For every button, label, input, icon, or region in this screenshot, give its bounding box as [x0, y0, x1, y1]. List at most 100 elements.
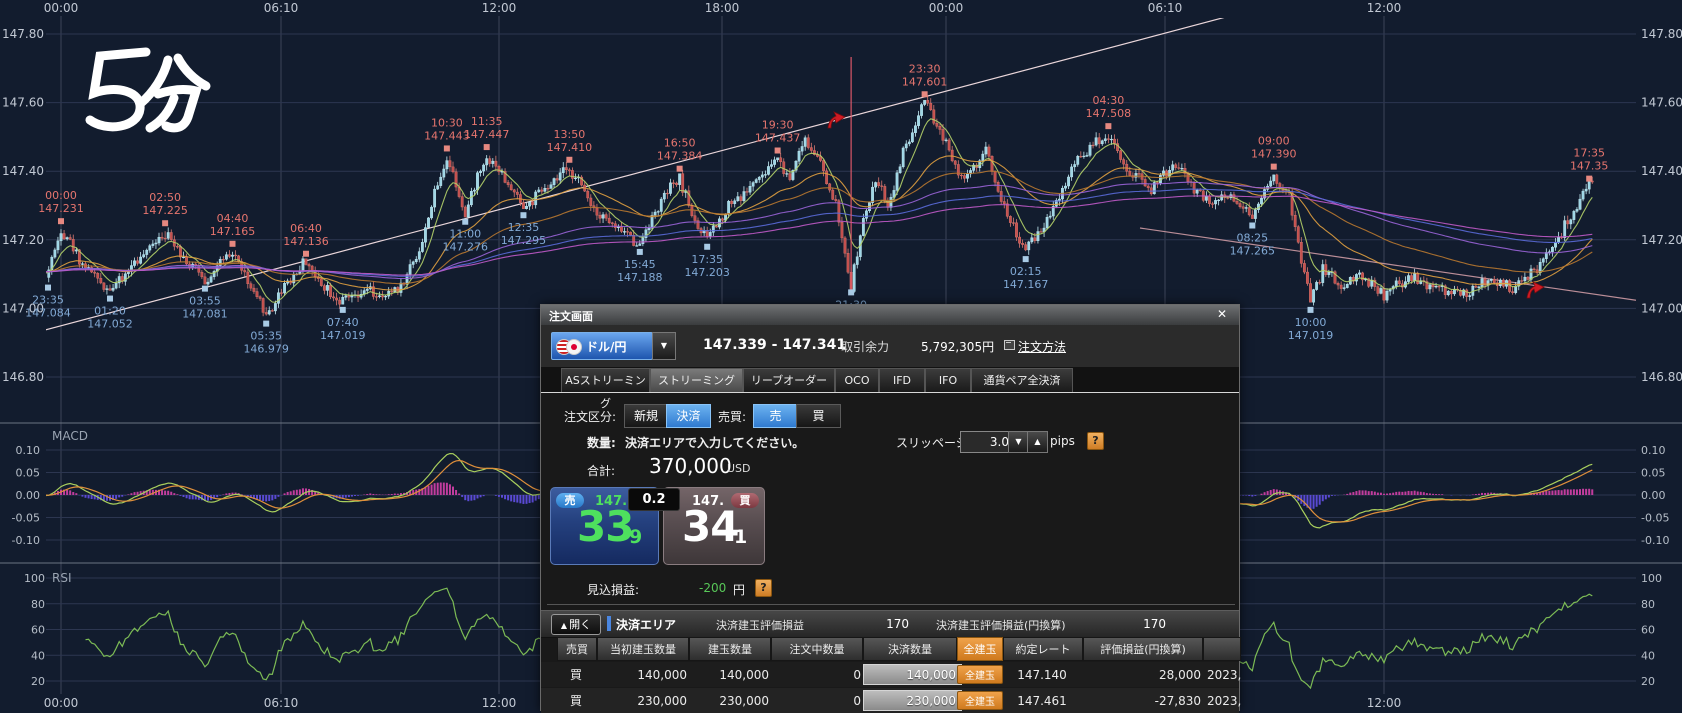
- expected-pl-label: 見込損益:: [587, 581, 639, 598]
- svg-text:05:35: 05:35: [250, 330, 282, 343]
- chevron-down-icon: ▼: [661, 341, 667, 350]
- svg-text:12:00: 12:00: [1367, 696, 1402, 710]
- svg-text:147.443: 147.443: [424, 129, 470, 142]
- svg-text:12:00: 12:00: [482, 696, 517, 710]
- tab-leave-order[interactable]: リーブオーダー: [743, 368, 835, 392]
- svg-text:12:35: 12:35: [508, 221, 540, 234]
- svg-text:-0.10: -0.10: [12, 534, 40, 547]
- order-type-settle-button[interactable]: 決済: [666, 404, 711, 428]
- cell-side: 買: [557, 662, 595, 687]
- japan-flag-icon: [566, 339, 582, 355]
- svg-text:23:30: 23:30: [909, 62, 941, 75]
- slippage-decrement-button[interactable]: ▼: [1008, 431, 1029, 453]
- svg-text:23:35: 23:35: [32, 294, 64, 307]
- tab-oco[interactable]: OCO: [835, 368, 879, 392]
- cell-rate: 147.461: [1003, 688, 1081, 713]
- col-header-rate[interactable]: 約定レート: [1003, 637, 1083, 661]
- svg-text:80: 80: [1641, 598, 1655, 611]
- col-header-settle-qty[interactable]: 決済数量: [863, 637, 957, 661]
- slippage-unit: pips: [1050, 434, 1075, 448]
- svg-text:-0.10: -0.10: [1641, 534, 1669, 547]
- svg-text:147.410: 147.410: [547, 141, 593, 154]
- settle-area-toggle-button[interactable]: ▲開く: [551, 614, 601, 635]
- col-header-all-positions-button[interactable]: 全建玉: [957, 637, 1003, 661]
- svg-text:0.05: 0.05: [1641, 467, 1666, 480]
- expected-pl-help-icon[interactable]: ?: [755, 579, 772, 597]
- tab-ifd[interactable]: IFD: [879, 368, 925, 392]
- triangle-up-icon: ▲: [561, 621, 567, 630]
- settle-area-toggle-label: 開く: [569, 618, 591, 631]
- divider: [547, 604, 1235, 605]
- total-unit: USD: [727, 462, 751, 475]
- svg-text:06:10: 06:10: [264, 696, 299, 710]
- spread-value: 0.2: [628, 488, 680, 511]
- col-header-side[interactable]: 売買: [557, 637, 597, 661]
- all-positions-button[interactable]: 全建玉: [957, 665, 1003, 684]
- col-header-pending-qty[interactable]: 注文中数量: [771, 637, 863, 661]
- svg-text:02:15: 02:15: [1010, 265, 1042, 278]
- triangle-down-icon: ▼: [1015, 437, 1021, 446]
- slippage-increment-button[interactable]: ▲: [1027, 431, 1048, 453]
- svg-text:20: 20: [1641, 675, 1655, 688]
- buy-price-big: 34: [682, 502, 738, 551]
- cell-pending-qty: 0: [771, 662, 869, 687]
- cell-pl-yen: -27,830: [1083, 688, 1209, 713]
- triangle-up-icon: ▲: [1034, 437, 1040, 446]
- settle-pl-yen-label: 決済建玉評価損益(円換算): [936, 617, 1066, 633]
- table-row[interactable]: 買 230,000 230,000 0 230,000 全建玉 147.461 …: [541, 688, 1239, 713]
- col-header-initial-qty[interactable]: 当初建玉数量: [597, 637, 689, 661]
- tab-close-all[interactable]: 通貨ペア全決済: [971, 368, 1073, 392]
- svg-text:10:30: 10:30: [431, 116, 463, 129]
- side-buy-button[interactable]: 買: [796, 404, 841, 428]
- bid-ask-price: 147.339 - 147.341: [703, 337, 846, 353]
- svg-text:17:35: 17:35: [691, 253, 723, 266]
- settle-area-title: 決済エリア: [616, 616, 676, 633]
- col-header-position-qty[interactable]: 建玉数量: [689, 637, 771, 661]
- svg-text:0.10: 0.10: [1641, 444, 1666, 457]
- svg-text:RSI: RSI: [52, 571, 72, 585]
- slippage-help-icon[interactable]: ?: [1087, 432, 1104, 450]
- currency-dropdown-button[interactable]: ▼: [652, 332, 676, 360]
- svg-text:11:00: 11:00: [449, 228, 481, 241]
- svg-text:11:35: 11:35: [471, 115, 503, 128]
- buy-price-sub: 1: [734, 526, 747, 548]
- currency-select[interactable]: ドル/円: [551, 332, 653, 360]
- cell-pl-yen: 28,000: [1083, 662, 1209, 687]
- tab-ifo[interactable]: IFO: [925, 368, 971, 392]
- svg-text:147.165: 147.165: [210, 225, 256, 238]
- svg-text:-0.05: -0.05: [1641, 512, 1669, 525]
- svg-text:09:00: 09:00: [1258, 135, 1290, 148]
- order-dialog: 注文画面 ✕ ドル/円 ▼ 147.339 - 147.341 取引余力 5,7…: [540, 304, 1240, 711]
- svg-text:147.80: 147.80: [2, 27, 44, 41]
- close-icon[interactable]: ✕: [1217, 307, 1227, 321]
- expected-pl-unit: 円: [733, 581, 745, 598]
- settle-qty-input[interactable]: 140,000: [863, 664, 962, 685]
- svg-text:147.019: 147.019: [320, 329, 366, 342]
- settle-qty-input[interactable]: 230,000: [863, 690, 962, 711]
- svg-text:0.10: 0.10: [16, 444, 41, 457]
- svg-text:147.60: 147.60: [2, 96, 44, 110]
- settle-area-bar: ▲開く 決済エリア 決済建玉評価損益 170 決済建玉評価損益(円換算) 170: [541, 610, 1239, 638]
- table-row[interactable]: 買 140,000 140,000 0 140,000 全建玉 147.140 …: [541, 662, 1239, 687]
- order-method-link[interactable]: 注文方法: [1018, 338, 1066, 355]
- cell-extra: 2023,: [1203, 662, 1251, 687]
- tab-streaming[interactable]: ストリーミング: [650, 368, 743, 392]
- all-positions-button[interactable]: 全建玉: [957, 691, 1003, 710]
- order-type-new-button[interactable]: 新規: [624, 404, 668, 428]
- svg-text:13:50: 13:50: [554, 128, 586, 141]
- cell-rate: 147.140: [1003, 662, 1081, 687]
- svg-text:147.052: 147.052: [87, 318, 133, 331]
- svg-text:04:30: 04:30: [1093, 94, 1125, 107]
- sell-price-sub: 9: [629, 526, 642, 548]
- svg-text:147.20: 147.20: [1641, 233, 1682, 247]
- col-header-pl-yen[interactable]: 評価損益(円換算): [1083, 637, 1203, 661]
- sell-price-big: 33: [577, 502, 633, 551]
- svg-text:06:10: 06:10: [264, 1, 299, 15]
- side-sell-button[interactable]: 売: [753, 404, 798, 428]
- cell-initial-qty: 140,000: [597, 662, 695, 687]
- dialog-titlebar[interactable]: 注文画面 ✕: [541, 305, 1239, 326]
- tab-as-streaming[interactable]: ASストリーミング: [561, 368, 650, 392]
- svg-text:60: 60: [31, 624, 45, 637]
- svg-text:147.384: 147.384: [657, 150, 703, 163]
- svg-text:147.601: 147.601: [902, 75, 948, 88]
